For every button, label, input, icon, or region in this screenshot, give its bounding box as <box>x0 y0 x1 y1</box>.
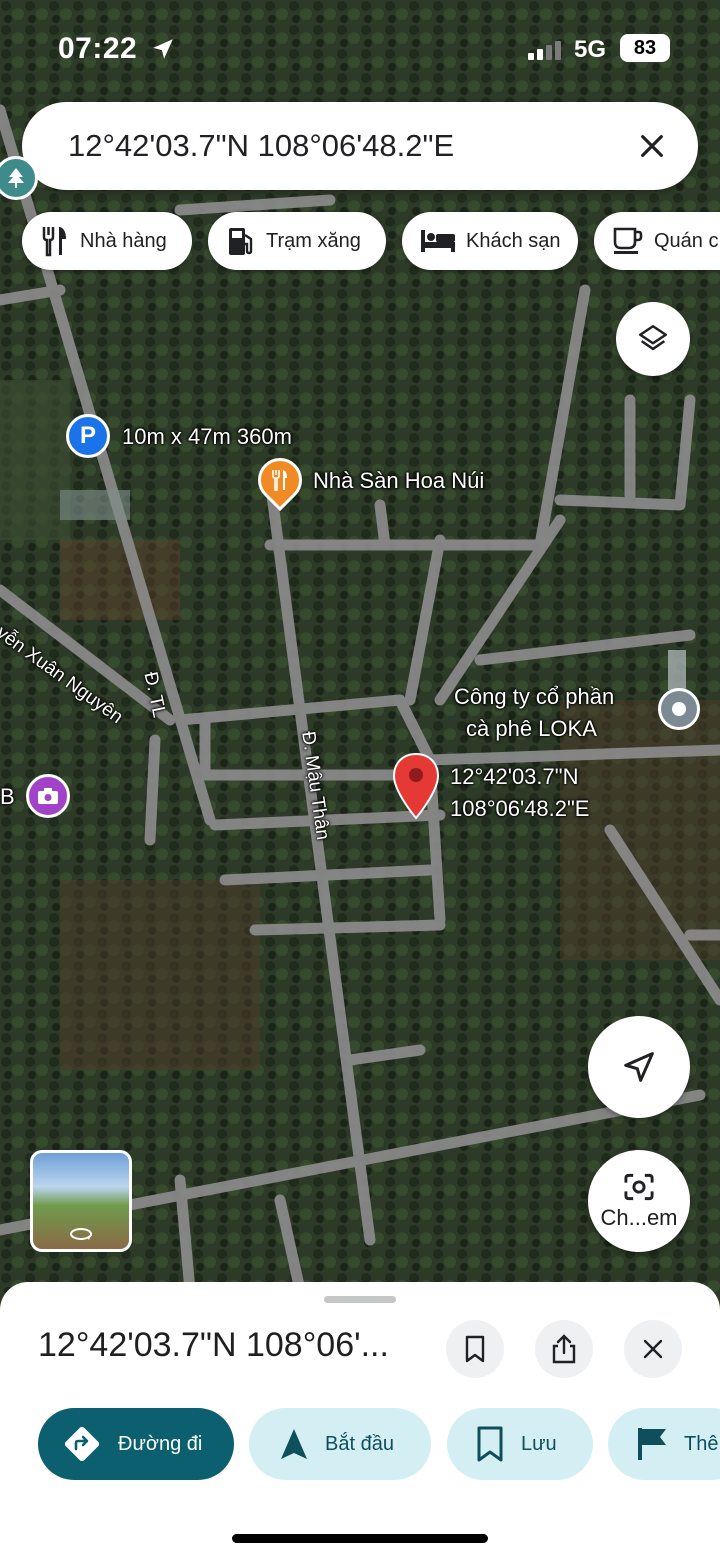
bookmark-icon <box>465 1335 485 1363</box>
bed-icon <box>421 230 455 252</box>
parking-label[interactable]: 10m x 47m 360m <box>122 424 292 450</box>
flag-icon <box>638 1428 666 1460</box>
close-icon <box>643 1339 663 1359</box>
place-title: 12°42'03.7"N 108°06'... <box>38 1326 389 1364</box>
save-label: Lưu <box>521 1432 557 1455</box>
chip-label: Quán c <box>654 229 719 252</box>
start-label: Bắt đầu <box>325 1432 394 1455</box>
directions-label: Đường đi <box>118 1432 203 1455</box>
network-type: 5G <box>574 36 607 63</box>
search-bar[interactable]: 12°42'03.7"N 108°06'48.2"E <box>22 102 698 190</box>
company-poi-icon[interactable] <box>658 688 700 730</box>
chip-label: Khách sạn <box>466 229 561 252</box>
share-icon <box>552 1334 576 1364</box>
pin-label-lat[interactable]: 12°42'03.7"N <box>450 764 578 790</box>
camera-search-label: Ch...em <box>600 1205 678 1230</box>
close-icon[interactable] <box>636 130 668 162</box>
add-label-button[interactable]: Thê <box>608 1408 720 1480</box>
start-button[interactable]: Bắt đầu <box>249 1408 431 1480</box>
status-time: 07:22 <box>58 32 138 65</box>
restaurant-label[interactable]: Nhà Sàn Hoa Núi <box>313 468 484 494</box>
add-label-label: Thê <box>684 1432 719 1455</box>
layers-icon <box>638 324 668 351</box>
save-icon-button[interactable] <box>446 1320 504 1378</box>
sheet-drag-handle[interactable] <box>324 1296 396 1303</box>
bookmark-icon <box>477 1426 503 1462</box>
home-indicator[interactable] <box>232 1534 488 1543</box>
chip-label: Nhà hàng <box>80 229 167 252</box>
parking-poi-icon[interactable]: P <box>66 414 110 458</box>
signal-icon <box>528 41 561 60</box>
navigation-arrow-icon <box>281 1429 307 1459</box>
close-sheet-button[interactable] <box>624 1320 682 1378</box>
fork-knife-icon <box>42 227 66 257</box>
chip-restaurants[interactable]: Nhà hàng <box>22 212 192 270</box>
battery-icon: 83 <box>620 34 670 62</box>
chip-cafes[interactable]: Quán c <box>594 212 720 270</box>
status-bar: 07:22 5G 83 <box>0 30 720 70</box>
company-label-line2[interactable]: cà phê LOKA <box>466 716 597 742</box>
street-view-thumbnail[interactable] <box>30 1150 132 1252</box>
layers-button[interactable] <box>616 302 690 376</box>
location-arrow-icon <box>153 39 173 59</box>
dropped-pin-icon[interactable] <box>391 752 441 822</box>
partial-label-b: B <box>0 784 15 809</box>
chip-gas-stations[interactable]: Trạm xăng <box>208 212 386 270</box>
camera-search-button[interactable]: Ch...em <box>588 1150 690 1252</box>
camera-icon <box>624 1173 654 1201</box>
save-button[interactable]: Lưu <box>447 1408 593 1480</box>
navigation-arrow-icon <box>624 1052 654 1082</box>
rotate-360-icon <box>70 1228 92 1240</box>
coffee-cup-icon <box>613 227 643 254</box>
directions-icon <box>64 1426 100 1462</box>
directions-button[interactable]: Đường đi <box>38 1408 234 1480</box>
pin-label-lon[interactable]: 108°06'48.2"E <box>450 796 589 822</box>
place-bottom-sheet[interactable]: 12°42'03.7"N 108°06'... Đường đi Bắt đầu… <box>0 1282 720 1559</box>
chip-hotels[interactable]: Khách sạn <box>402 212 578 270</box>
search-query[interactable]: 12°42'03.7"N 108°06'48.2"E <box>68 128 454 164</box>
gas-station-icon <box>229 228 253 255</box>
photo-poi-icon[interactable] <box>26 774 70 818</box>
share-icon-button[interactable] <box>535 1320 593 1378</box>
my-location-button[interactable] <box>588 1016 690 1118</box>
company-label-line1[interactable]: Công ty cổ phần <box>454 684 614 710</box>
chip-label: Trạm xăng <box>266 229 361 252</box>
